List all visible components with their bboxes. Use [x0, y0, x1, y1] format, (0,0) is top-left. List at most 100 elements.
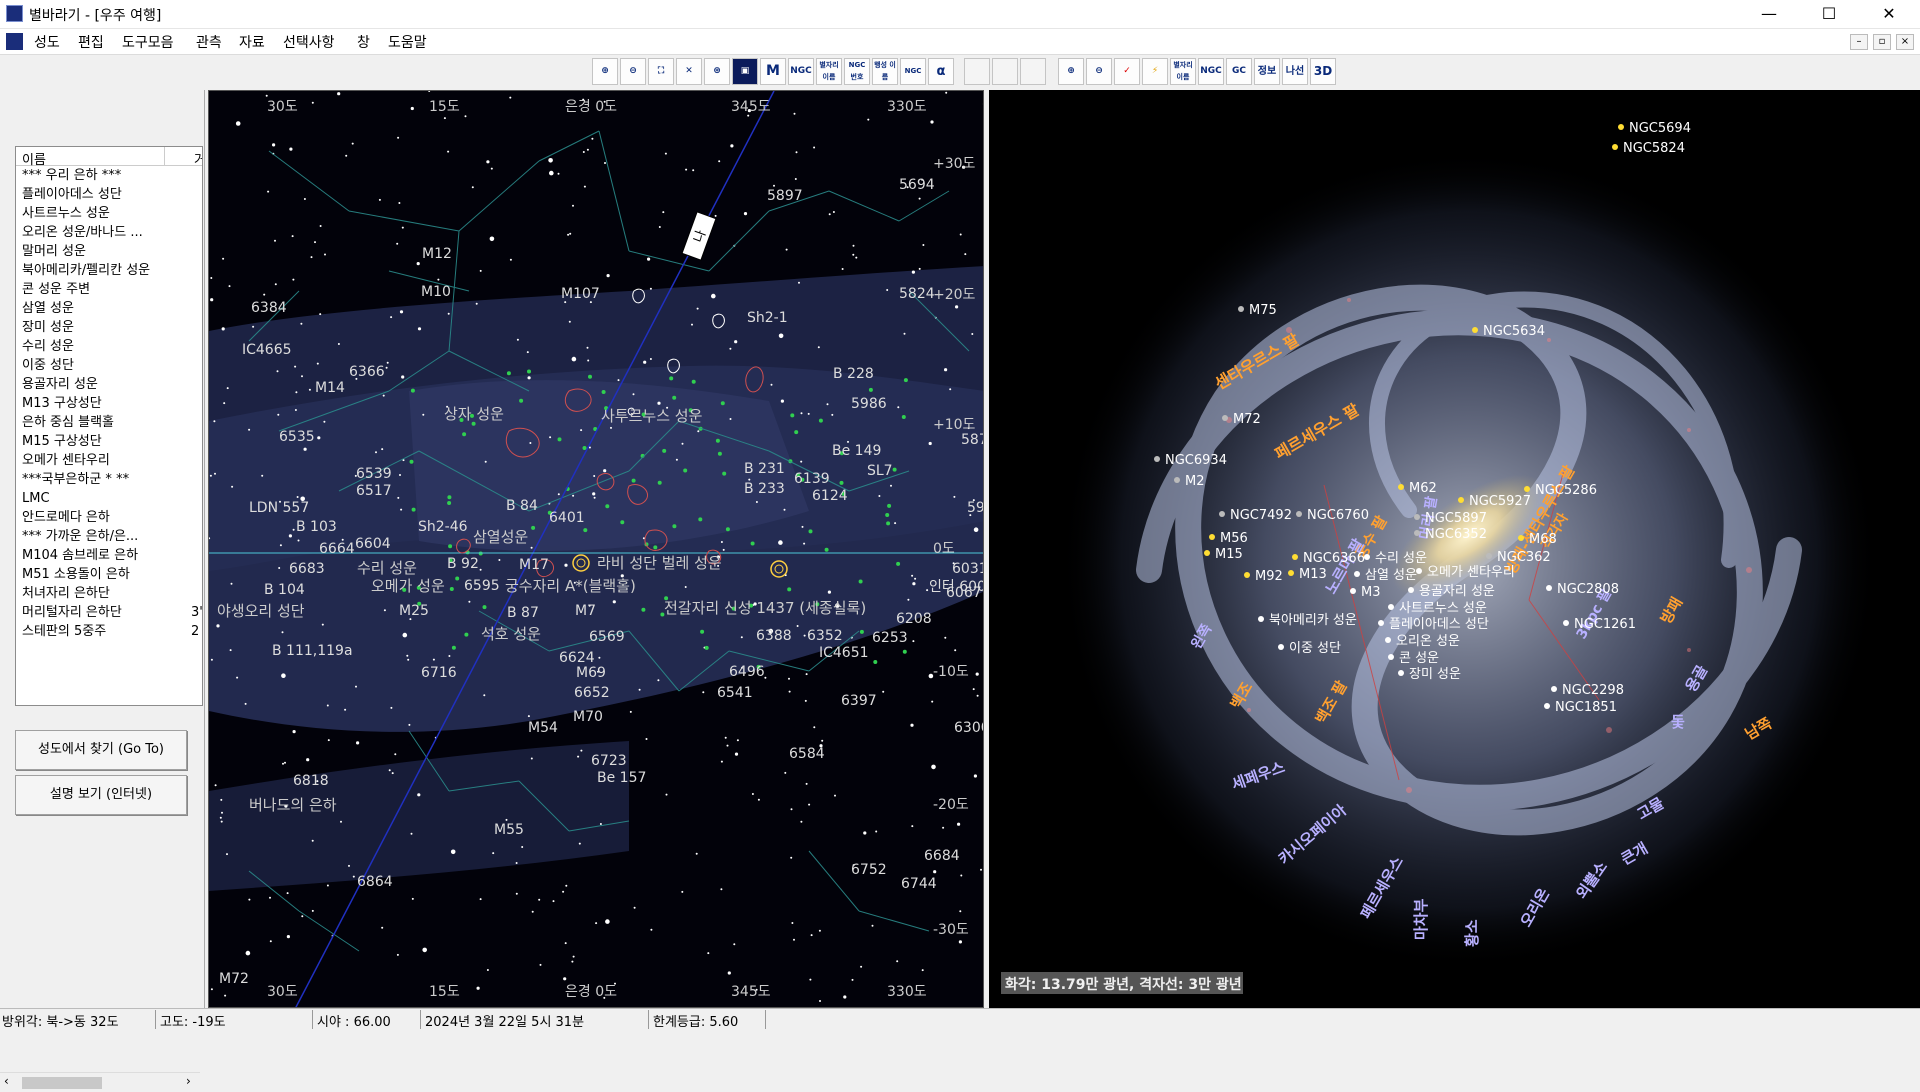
galaxy-object-label[interactable]: NGC5694 [1629, 121, 1691, 136]
map-object-label[interactable]: M7 [575, 603, 596, 619]
list-item[interactable]: 처녀자리 은하단 [16, 584, 202, 603]
list-item[interactable]: LMC [16, 489, 202, 508]
map-object-label[interactable]: 궁수자리 A*(블랙홀) [505, 577, 636, 595]
map-object-label[interactable]: 5986 [851, 396, 887, 412]
galaxy-zoom-out-button[interactable]: ⊖ [1086, 58, 1112, 85]
scroll-thumb[interactable] [22, 1077, 102, 1089]
menu-options[interactable]: 선택사항 [283, 32, 335, 52]
blank-button-1[interactable] [964, 58, 990, 85]
3d-button[interactable]: 3D [1310, 58, 1336, 85]
menu-observe[interactable]: 관측 [196, 32, 222, 52]
galaxy-view[interactable]: 센타우르스 팔 페르세우스 팔 궁수 팔 노르마 팔 방패-센타우루스 팔 머리 팔 백조 … [989, 90, 1920, 1008]
list-item[interactable]: 말머리 성운 [16, 242, 202, 261]
galaxy-object-marker[interactable] [1278, 644, 1284, 650]
galaxy-object-label[interactable]: 플레이아데스 성단 [1389, 617, 1489, 632]
check-button[interactable]: ✓ [1114, 58, 1140, 85]
planet-names-button[interactable]: 행성 이름 [872, 58, 898, 85]
galaxy-object-marker[interactable] [1385, 637, 1391, 643]
galaxy-ngc-button[interactable]: NGC [1198, 58, 1224, 85]
map-object-label[interactable]: B 92 [447, 556, 479, 572]
map-object-label[interactable]: B 231 [744, 461, 785, 477]
map-object-label[interactable]: M55 [494, 822, 524, 838]
menu-help[interactable]: 도움말 [388, 32, 427, 52]
map-object-label[interactable]: B 84 [506, 498, 538, 514]
galaxy-object-label[interactable]: NGC1261 [1574, 617, 1636, 632]
galaxy-object-label[interactable]: NGC6934 [1165, 453, 1227, 468]
grid-button[interactable]: ⊛ [704, 58, 730, 85]
description-button[interactable]: 설명 보기 (인터넷) [15, 775, 187, 815]
messier-button[interactable]: M [760, 58, 786, 85]
galaxy-object-label[interactable]: M62 [1409, 481, 1437, 496]
map-object-label[interactable]: 사투르누스 성운 [601, 407, 703, 425]
scroll-right-icon[interactable]: › [186, 1074, 191, 1088]
galaxy-object-marker[interactable] [1388, 654, 1394, 660]
globular-cluster-button[interactable]: GC [1226, 58, 1252, 85]
minimize-button[interactable]: — [1746, 0, 1792, 29]
map-object-label[interactable]: 인터 6000 [929, 579, 984, 595]
zoom-out-button[interactable]: ⊖ [620, 58, 646, 85]
list-item[interactable]: 오리온 성운/바나드 ... [16, 223, 202, 242]
blank-button-2[interactable] [992, 58, 1018, 85]
galaxy-object-label[interactable]: NGC6760 [1307, 508, 1369, 523]
map-object-label[interactable]: Be 149 [832, 443, 881, 459]
map-object-label[interactable]: 6496 [729, 664, 765, 680]
map-object-label[interactable]: 6539 [356, 466, 392, 482]
map-object-label[interactable]: 6401 [549, 510, 585, 526]
galaxy-object-marker[interactable] [1292, 554, 1298, 560]
map-object-label[interactable]: 6664 [319, 541, 355, 557]
galaxy-object-label[interactable]: NGC6352 [1425, 527, 1487, 542]
galaxy-object-label[interactable]: M15 [1215, 547, 1243, 562]
lightning-button[interactable]: ⚡ [1142, 58, 1168, 85]
galaxy-object-label[interactable]: M56 [1220, 531, 1248, 546]
map-object-label[interactable]: B 228 [833, 366, 874, 382]
galaxy-object-label[interactable]: 수리 성운 [1375, 551, 1427, 566]
alpha-button[interactable]: α [928, 58, 954, 85]
galaxy-object-label[interactable]: M3 [1361, 585, 1381, 600]
galaxy-object-marker[interactable] [1458, 497, 1464, 503]
galaxy-object-marker[interactable] [1398, 670, 1404, 676]
map-object-label[interactable]: M54 [528, 720, 558, 736]
galaxy-constellation-names-button[interactable]: 별자리 이름 [1170, 58, 1196, 85]
map-object-label[interactable]: B 104 [264, 582, 305, 598]
ngc-names-button[interactable]: NGC [900, 58, 926, 85]
galaxy-object-label[interactable]: M68 [1529, 532, 1557, 547]
ngc-number-button[interactable]: NGC 번호 [844, 58, 870, 85]
map-object-label[interactable]: 6723 [591, 753, 627, 769]
galaxy-object-label[interactable]: M2 [1185, 474, 1205, 489]
galaxy-object-marker[interactable] [1364, 554, 1370, 560]
map-object-label[interactable]: 버나드의 은하 [249, 796, 337, 814]
map-object-label[interactable]: 6535 [279, 429, 315, 445]
list-item[interactable]: M15 구상성단 [16, 432, 202, 451]
map-object-label[interactable]: M70 [573, 709, 603, 725]
map-object-label[interactable]: 6253 [872, 630, 908, 646]
galaxy-object-label[interactable]: NGC5927 [1469, 494, 1531, 509]
galaxy-object-marker[interactable] [1209, 534, 1215, 540]
galaxy-object-label[interactable]: NGC7492 [1230, 508, 1292, 523]
close-button[interactable]: ✕ [1866, 0, 1912, 29]
map-object-label[interactable]: 59 [967, 500, 984, 516]
list-item[interactable]: 플레이아데스 성단 [16, 185, 202, 204]
list-item[interactable]: *** 우리 은하 *** [16, 166, 202, 185]
galaxy-object-label[interactable]: 사트르누스 성운 [1399, 601, 1487, 616]
galaxy-object-label[interactable]: NGC362 [1497, 550, 1551, 565]
galaxy-object-marker[interactable] [1414, 530, 1420, 536]
map-object-label[interactable]: 라비 성단 벌레 성운 [597, 554, 722, 572]
horizontal-scrollbar[interactable]: ‹ › [0, 1072, 200, 1092]
galaxy-object-label[interactable]: NGC5824 [1623, 141, 1685, 156]
galaxy-object-marker[interactable] [1551, 686, 1557, 692]
map-object-label[interactable]: M69 [576, 665, 606, 681]
galaxy-object-marker[interactable] [1416, 568, 1422, 574]
galaxy-object-marker[interactable] [1238, 306, 1244, 312]
map-object-label[interactable]: 587 [961, 432, 984, 448]
star-map-canvas[interactable]: 나 5897 5694 M12 M10 M107 5824 6384 Sh2-1 IC4665 6… [209, 91, 984, 1008]
goto-button[interactable]: 성도에서 찾기 (Go To) [15, 730, 187, 770]
map-object-label[interactable]: 6300 [954, 720, 984, 736]
menu-chart[interactable]: 성도 [34, 32, 60, 52]
mdi-close-button[interactable]: × [1896, 34, 1914, 50]
galaxy-object-label[interactable]: 북아메리카 성운 [1269, 613, 1357, 628]
list-item[interactable]: 장미 성운 [16, 318, 202, 337]
list-item[interactable]: 수리 성운 [16, 337, 202, 356]
map-object-label[interactable]: IC4651 [819, 645, 869, 661]
galaxy-object-marker[interactable] [1563, 620, 1569, 626]
map-object-label[interactable]: 6584 [789, 746, 825, 762]
